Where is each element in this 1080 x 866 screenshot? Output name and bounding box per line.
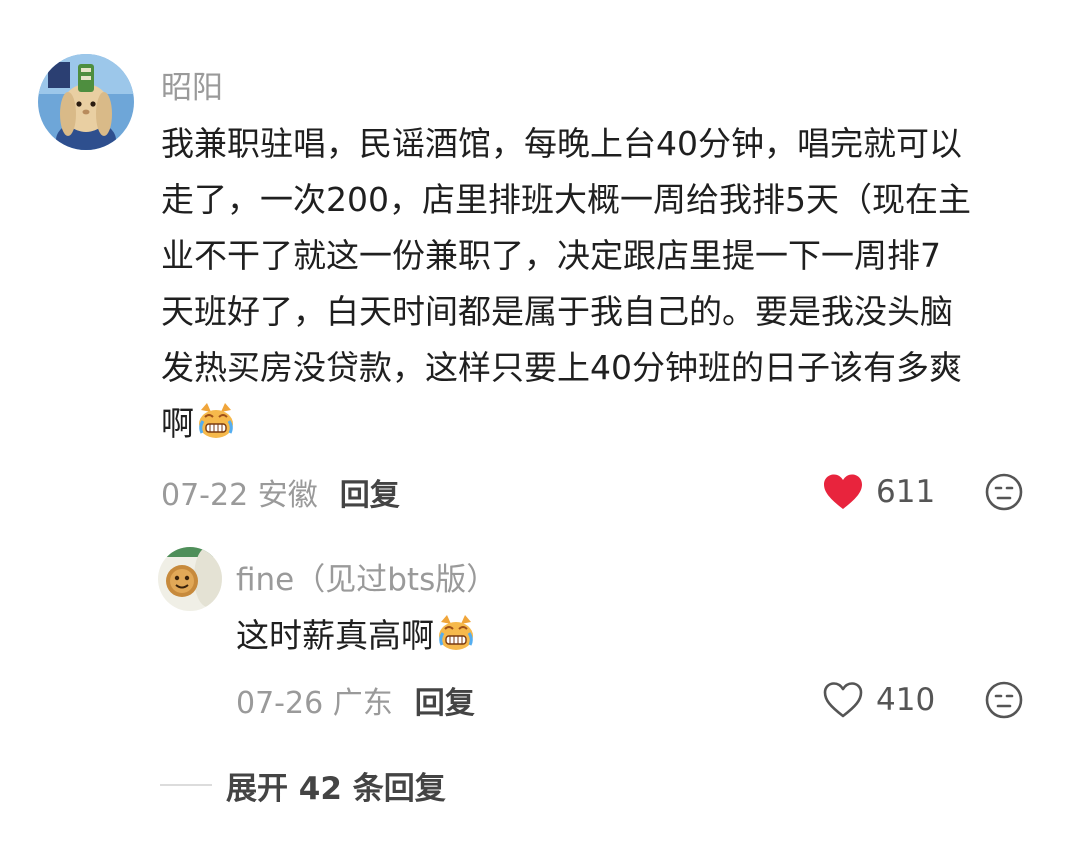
crying-cat-emoji-icon xyxy=(439,615,473,650)
crying-cat-emoji-icon xyxy=(199,403,233,438)
comment-line: 走了，一次200，店里排班大概一周给我排5天（现在主 xyxy=(161,180,971,219)
reply-text: 这时薪真高啊 xyxy=(236,608,476,664)
dislike-button[interactable] xyxy=(984,680,1024,720)
heart-outline-icon xyxy=(823,682,863,718)
like-button[interactable]: 611 xyxy=(822,470,935,514)
comment-line: 天班好了，白天时间都是属于我自己的。要是我没头脑 xyxy=(161,292,953,331)
reply-avatar-image xyxy=(158,547,222,611)
expand-replies-button[interactable]: 展开 42 条回复 xyxy=(160,760,446,810)
like-count: 410 xyxy=(876,682,936,718)
like-button[interactable]: 410 xyxy=(822,678,935,722)
comment-thread: 昭阳 我兼职驻唱，民谣酒馆，每晚上台40分钟，唱完就可以 走了，一次200，店里… xyxy=(0,0,1080,866)
reply-avatar[interactable] xyxy=(158,547,222,611)
avatar[interactable] xyxy=(38,54,134,150)
reply-line: 这时薪真高啊 xyxy=(236,608,476,664)
reply-button[interactable]: 回复 xyxy=(340,470,400,514)
reply-button[interactable]: 回复 xyxy=(415,678,475,722)
comment-line-text: 啊 xyxy=(161,404,194,443)
like-count: 611 xyxy=(876,474,936,510)
dislike-button[interactable] xyxy=(984,472,1024,512)
comment-meta: 07-22 安徽 回复 xyxy=(161,470,400,514)
avatar-image xyxy=(38,54,134,150)
heart-filled-icon xyxy=(824,474,862,509)
divider xyxy=(160,784,212,786)
reply-username[interactable]: fine（见过bts版） xyxy=(236,554,497,599)
comment-line-last: 啊 xyxy=(161,396,1041,452)
expand-replies-label: 展开 42 条回复 xyxy=(226,770,446,807)
date-location: 07-22 安徽 xyxy=(161,478,318,513)
comment-text: 我兼职驻唱，民谣酒馆，每晚上台40分钟，唱完就可以 走了，一次200，店里排班大… xyxy=(161,116,1041,452)
reply-line-text: 这时薪真高啊 xyxy=(236,616,434,655)
comment-line: 我兼职驻唱，民谣酒馆，每晚上台40分钟，唱完就可以 xyxy=(161,124,962,163)
reply-meta: 07-26 广东 回复 xyxy=(236,678,475,722)
comment-line: 业不干了就这一份兼职了，决定跟店里提一下一周排7 xyxy=(161,236,941,275)
username[interactable]: 昭阳 xyxy=(161,62,223,107)
neutral-face-icon xyxy=(985,473,1023,511)
comment-line: 发热买房没贷款，这样只要上40分钟班的日子该有多爽 xyxy=(161,348,962,387)
neutral-face-icon xyxy=(985,681,1023,719)
date-location: 07-26 广东 xyxy=(236,686,393,721)
